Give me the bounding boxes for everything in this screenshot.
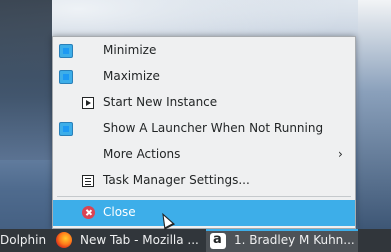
menu-item-more-actions[interactable]: More Actions › — [53, 142, 355, 168]
wallpaper-rock-left — [0, 0, 52, 160]
task-amazon[interactable]: 1. Bradley M Kuhn... — [206, 229, 358, 252]
menu-item-label: Minimize — [103, 43, 157, 57]
menu-item-label: Show A Launcher When Not Running — [103, 121, 324, 135]
menu-item-show-launcher[interactable]: Show A Launcher When Not Running — [53, 116, 355, 142]
task-label: Dolphin — [0, 233, 47, 247]
menu-item-label: Close — [103, 205, 136, 219]
close-icon — [82, 206, 95, 219]
menu-item-label: Task Manager Settings... — [103, 173, 250, 187]
chevron-right-icon: › — [338, 147, 343, 161]
wallpaper-rock-right — [358, 0, 391, 230]
amazon-icon — [210, 232, 226, 249]
firefox-icon — [56, 232, 72, 248]
menu-separator — [57, 196, 351, 197]
checkbox-checked-icon[interactable] — [59, 70, 73, 84]
menu-item-maximize[interactable]: Maximize — [53, 64, 355, 90]
checkbox-checked-icon[interactable] — [59, 122, 73, 136]
context-menu: Minimize Maximize Start New Instance Sho… — [52, 36, 356, 229]
menu-item-label: Start New Instance — [103, 95, 218, 109]
task-label: 1. Bradley M Kuhn... — [234, 233, 355, 247]
menu-item-task-manager-settings[interactable]: Task Manager Settings... — [53, 168, 355, 194]
menu-item-minimize[interactable]: Minimize — [53, 38, 355, 64]
task-dolphin[interactable]: Dolphin — [0, 229, 50, 252]
task-firefox[interactable]: New Tab - Mozilla ... — [52, 229, 204, 252]
menu-item-start-new-instance[interactable]: Start New Instance — [53, 90, 355, 116]
task-label: New Tab - Mozilla ... — [80, 233, 199, 247]
task-manager-icon — [82, 175, 94, 187]
play-icon — [82, 97, 94, 109]
taskbar: Dolphin New Tab - Mozilla ... 1. Bradley… — [0, 229, 391, 252]
menu-item-close[interactable]: Close — [53, 200, 355, 226]
checkbox-checked-icon[interactable] — [59, 44, 73, 58]
menu-item-label: Maximize — [103, 69, 160, 83]
menu-item-label: More Actions — [103, 147, 181, 161]
